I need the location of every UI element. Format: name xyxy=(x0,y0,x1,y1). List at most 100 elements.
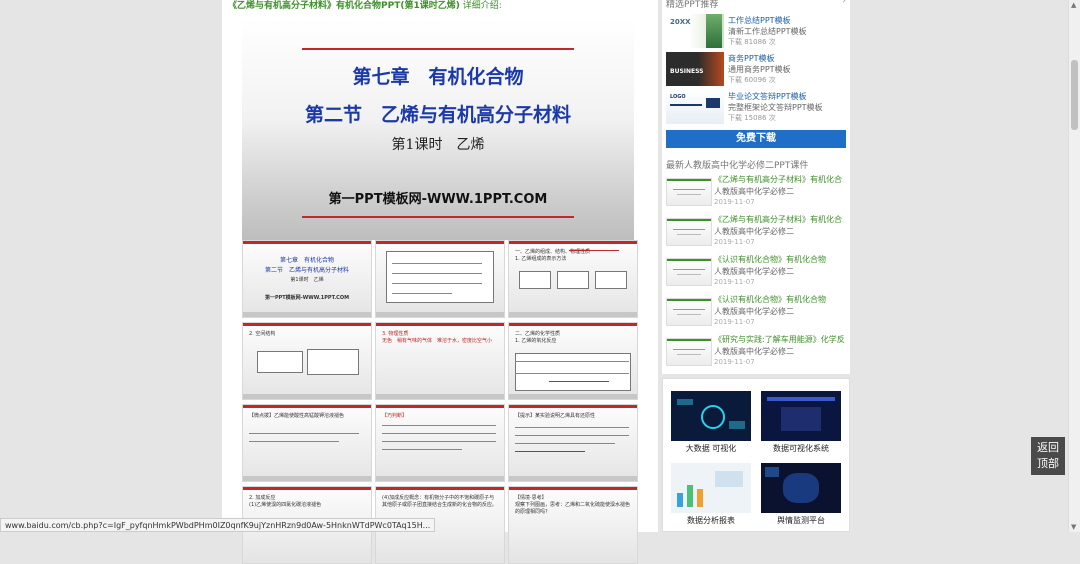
thumb-text: 第一PPT模板网-WWW.1PPT.COM xyxy=(264,295,350,301)
scroll-down-icon[interactable]: ▼ xyxy=(1071,523,1076,531)
slide-thumb-5[interactable]: 3. 物理性质 无色 稍有气味的气体 难溶于水，密度比空气小 xyxy=(375,322,505,400)
page-background-left xyxy=(0,0,222,532)
ad-label: 数据可视化系统 xyxy=(773,444,829,453)
recommend-panel: 精选PPT推荐 › 20XX 工作总结PPT模板 清新工作总结PPT模板 下载 … xyxy=(662,0,850,156)
diagram-box xyxy=(257,351,303,373)
latest-thumb xyxy=(666,178,712,206)
slide-thumb-6[interactable]: 二、乙烯的化学性质 1. 乙烯的氧化反应 xyxy=(508,322,638,400)
thumb-text: 【情境·思考】 观察下列图画，思考：乙烯和二氧化硫能使溴水褪色的原理相同吗？ xyxy=(515,495,631,515)
latest-item[interactable]: 《乙烯与有机高分子材料》有机化合 人教版高中化学必修二 2019-11-07 xyxy=(666,212,850,250)
back-top-label: 返回 xyxy=(1037,441,1059,454)
latest-name[interactable]: 《乙烯与有机高分子材料》有机化合 xyxy=(714,174,842,185)
slide-thumb-7[interactable]: 【微点拨】乙烯能使酸性高锰酸钾溶液褪色 xyxy=(242,404,372,482)
thumb-text: 2. 空间结构 xyxy=(249,331,276,337)
slide-thumb-2[interactable] xyxy=(375,240,505,318)
ad-item[interactable]: 舆情监测平台 xyxy=(761,463,841,526)
ad-item[interactable]: 大数据 可视化 xyxy=(671,391,751,454)
ad-image-bigdata xyxy=(671,391,751,441)
latest-item[interactable]: 《乙烯与有机高分子材料》有机化合 人教版高中化学必修二 2019-11-07 xyxy=(666,172,850,210)
recommend-name[interactable]: 商务PPT模板 xyxy=(728,53,775,64)
slide-thumb-3[interactable]: 一、乙烯的组成、结构、物理性质 1. 乙烯组成的表示方法 xyxy=(508,240,638,318)
breadcrumb-title[interactable]: 《乙烯与有机高分子材料》有机化合物PPT(第1课时乙烯) xyxy=(228,1,460,11)
ad-image-monitor xyxy=(761,463,841,513)
lesson-title: 第1课时 乙烯 xyxy=(391,137,485,153)
ad-label: 大数据 可视化 xyxy=(685,444,737,453)
latest-date: 2019-11-07 xyxy=(714,278,755,286)
diagram-box xyxy=(307,349,359,375)
back-top-label: 顶部 xyxy=(1037,457,1059,470)
latest-date: 2019-11-07 xyxy=(714,238,755,246)
slide-thumb-4[interactable]: 2. 空间结构 xyxy=(242,322,372,400)
thumb-label: 20XX xyxy=(670,18,691,26)
latest-name[interactable]: 《认识有机化合物》有机化合物 xyxy=(714,294,826,305)
thumb-text: 一、乙烯的组成、结构、物理性质 1. 乙烯组成的表示方法 xyxy=(515,249,591,262)
recommend-downloads: 下载 81086 次 xyxy=(728,38,776,46)
thumb-text: 2. 加成反应 (1)乙烯使溴的四氯化碳溶液褪色 xyxy=(249,495,322,508)
slide-thumb-1[interactable]: 第七章 有机化合物 第二节 乙烯与有机高分子材料 第1课时 乙烯 第一PPT模板… xyxy=(242,240,372,318)
top-red-rule xyxy=(302,48,574,50)
recommend-name[interactable]: 工作总结PPT模板 xyxy=(728,15,791,26)
latest-title: 最新人教版高中化学必修二PPT课件 xyxy=(666,161,809,171)
back-to-top-button[interactable]: 返回 顶部 xyxy=(1031,437,1065,475)
latest-name[interactable]: 《认识有机化合物》有机化合物 xyxy=(714,254,826,265)
latest-name[interactable]: 《研究与实践:了解车用能源》化学反 xyxy=(714,334,845,345)
latest-thumb xyxy=(666,218,712,246)
scroll-up-icon[interactable]: ▲ xyxy=(1071,1,1076,9)
thumb-text: 3. 物理性质 无色 稍有气味的气体 难溶于水，密度比空气小 xyxy=(382,331,493,344)
recommend-item[interactable]: BUSINESS 商务PPT模板 通用商务PPT模板 下载 60096 次 xyxy=(666,52,846,88)
recommend-thumb: 20XX xyxy=(666,14,724,48)
sidebar: 精选PPT推荐 › 20XX 工作总结PPT模板 清新工作总结PPT模板 下载 … xyxy=(662,0,850,532)
latest-item[interactable]: 《认识有机化合物》有机化合物 人教版高中化学必修二 2019-11-07 xyxy=(666,292,850,330)
latest-item[interactable]: 《认识有机化合物》有机化合物 人教版高中化学必修二 2019-11-07 xyxy=(666,252,850,290)
thumb-text: 二、乙烯的化学性质 1. 乙烯的氧化反应 xyxy=(515,331,561,344)
latest-item[interactable]: 《研究与实践:了解车用能源》化学反 人教版高中化学必修二 2019-11-07 xyxy=(666,332,850,370)
ad-label: 舆情监测平台 xyxy=(777,516,825,525)
latest-desc: 人教版高中化学必修二 xyxy=(714,307,794,316)
diagram-box xyxy=(595,271,627,289)
thumb-text: 第二节 乙烯与有机高分子材料 xyxy=(264,267,349,274)
recommend-item[interactable]: 20XX 工作总结PPT模板 清新工作总结PPT模板 下载 81086 次 xyxy=(666,14,846,50)
latest-thumb xyxy=(666,258,712,286)
thumb-text: 第1课时 乙烯 xyxy=(290,277,324,283)
thumb-text: (4)加成反应概念：有机物分子中的不饱和碳原子与其他原子或原子团直接结合生成新的… xyxy=(382,495,498,508)
latest-desc: 人教版高中化学必修二 xyxy=(714,227,794,236)
table-box xyxy=(515,353,631,391)
recommend-desc: 完整框架论文答辩PPT模板 xyxy=(728,103,823,112)
latest-name[interactable]: 《乙烯与有机高分子材料》有机化合 xyxy=(714,214,842,225)
thumb-text: 【巧判断】 xyxy=(382,413,408,419)
ad-item[interactable]: 数据可视化系统 xyxy=(761,391,841,454)
latest-desc: 人教版高中化学必修二 xyxy=(714,347,794,356)
graduation-cap-icon xyxy=(706,98,720,108)
thumb-text: 【提示】某实验说明乙烯具有还原性 xyxy=(515,413,596,419)
latest-date: 2019-11-07 xyxy=(714,198,755,206)
ad-image-system xyxy=(761,391,841,441)
site-watermark: 第一PPT模板网-WWW.1PPT.COM xyxy=(328,192,548,207)
more-icon[interactable]: › xyxy=(842,0,846,6)
recommend-title: 精选PPT推荐 xyxy=(666,0,719,10)
latest-desc: 人教版高中化学必修二 xyxy=(714,267,794,276)
recommend-thumb: LOGO xyxy=(666,90,724,124)
recommend-name[interactable]: 毕业论文答辩PPT模板 xyxy=(728,91,807,102)
latest-thumb xyxy=(666,298,712,326)
slide-thumb-9[interactable]: 【提示】某实验说明乙烯具有还原性 xyxy=(508,404,638,482)
chapter-title: 第七章 有机化合物 xyxy=(352,66,524,88)
slide-thumb-12[interactable]: 【情境·思考】 观察下列图画，思考：乙烯和二氧化硫能使溴水褪色的原理相同吗？ xyxy=(508,486,638,564)
scrollbar-thumb[interactable] xyxy=(1071,60,1078,130)
diagram-box xyxy=(557,271,589,289)
breadcrumb-suffix: 详细介绍: xyxy=(462,1,502,11)
ad-item[interactable]: 数据分析报表 xyxy=(671,463,751,526)
main-content: 《乙烯与有机高分子材料》有机化合物PPT(第1课时乙烯) 详细介绍: 第七章 有… xyxy=(222,0,658,564)
thumb-label: BUSINESS xyxy=(670,68,704,75)
recommend-downloads: 下载 15086 次 xyxy=(728,114,776,122)
recommend-item[interactable]: LOGO 毕业论文答辩PPT模板 完整框架论文答辩PPT模板 下载 15086 … xyxy=(666,90,846,126)
slide-thumb-8[interactable]: 【巧判断】 xyxy=(375,404,505,482)
thumb-text: 第七章 有机化合物 xyxy=(279,257,334,264)
bottom-red-rule xyxy=(302,216,574,218)
ad-label: 数据分析报表 xyxy=(687,516,735,525)
thumb-text: 【微点拨】乙烯能使酸性高锰酸钾溶液褪色 xyxy=(249,413,345,419)
vertical-scrollbar[interactable]: ▲ ▼ xyxy=(1068,0,1080,532)
section-title: 第二节 乙烯与有机高分子材料 xyxy=(304,104,571,126)
latest-date: 2019-11-07 xyxy=(714,318,755,326)
free-download-button[interactable]: 免费下载 xyxy=(666,130,846,148)
ppt-cover-slide[interactable]: 第七章 有机化合物 第二节 乙烯与有机高分子材料 第1课时 乙烯 第一PPT模板… xyxy=(242,18,634,240)
